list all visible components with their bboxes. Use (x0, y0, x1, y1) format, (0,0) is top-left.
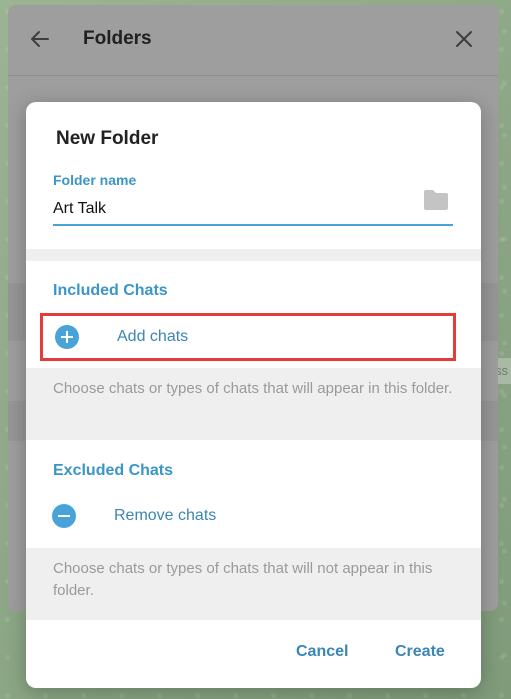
folder-icon[interactable] (422, 188, 450, 212)
plus-circle-icon (55, 325, 79, 349)
close-icon[interactable] (452, 27, 476, 51)
folders-title: Folders (83, 28, 152, 49)
folder-name-label: Folder name (53, 172, 137, 188)
remove-chats-button[interactable]: Remove chats (40, 494, 456, 538)
included-chats-title: Included Chats (53, 282, 168, 299)
cancel-button[interactable]: Cancel (296, 643, 348, 661)
remove-chats-label: Remove chats (114, 507, 217, 524)
dialog-title: New Folder (56, 128, 159, 149)
arrow-left-icon[interactable] (28, 27, 52, 51)
new-folder-dialog: New Folder Folder name Included Chats Ad… (26, 102, 481, 688)
excluded-chats-title: Excluded Chats (53, 462, 174, 479)
add-chats-label: Add chats (117, 328, 189, 345)
excluded-hint: Choose chats or types of chats that will… (53, 560, 433, 599)
create-button[interactable]: Create (395, 643, 445, 661)
folders-header: Folders (8, 5, 498, 76)
folder-name-input[interactable] (53, 194, 453, 226)
minus-circle-icon (52, 504, 76, 528)
section-divider (26, 249, 481, 261)
add-chats-button[interactable]: Add chats (40, 313, 456, 361)
included-hint: Choose chats or types of chats that will… (53, 380, 453, 397)
